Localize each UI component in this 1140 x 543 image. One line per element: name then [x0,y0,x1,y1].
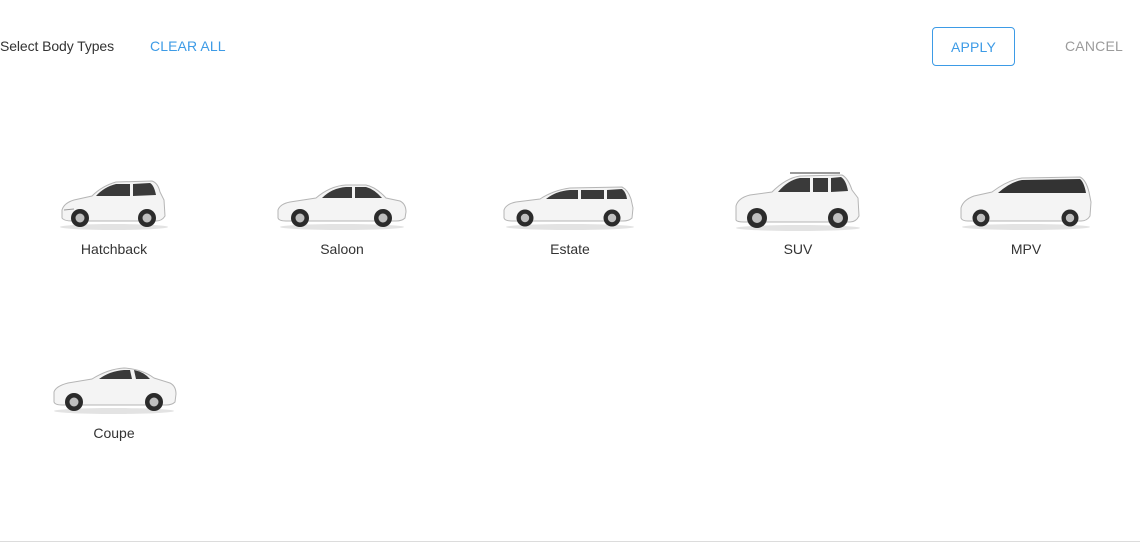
body-type-coupe[interactable]: Coupe [0,344,228,454]
cancel-link[interactable]: CANCEL [1065,38,1123,54]
hatchback-car-icon [60,180,168,230]
suv-car-icon [735,172,860,231]
filter-header: Select Body Types CLEAR ALL APPLY CANCEL [0,0,1140,94]
body-type-hatchback[interactable]: Hatchback [0,160,228,270]
body-type-suv[interactable]: SUV [684,160,912,270]
body-type-label: MPV [1010,241,1042,257]
body-type-label: Estate [550,241,590,257]
body-type-saloon[interactable]: Saloon [228,160,456,270]
body-type-estate[interactable]: Estate [456,160,684,270]
saloon-car-icon [277,184,407,230]
body-type-mpv[interactable]: MPV [912,160,1140,270]
coupe-car-icon [53,367,177,414]
mpv-car-icon [960,176,1092,230]
page-title: Select Body Types [0,38,114,54]
estate-car-icon [503,186,634,230]
body-type-label: SUV [783,241,813,257]
body-type-label: Hatchback [80,241,148,257]
clear-all-link[interactable]: CLEAR ALL [150,38,226,54]
body-type-label: Coupe [93,425,135,441]
bottom-divider [0,541,1140,542]
body-type-label: Saloon [320,241,364,257]
apply-button[interactable]: APPLY [932,27,1015,66]
